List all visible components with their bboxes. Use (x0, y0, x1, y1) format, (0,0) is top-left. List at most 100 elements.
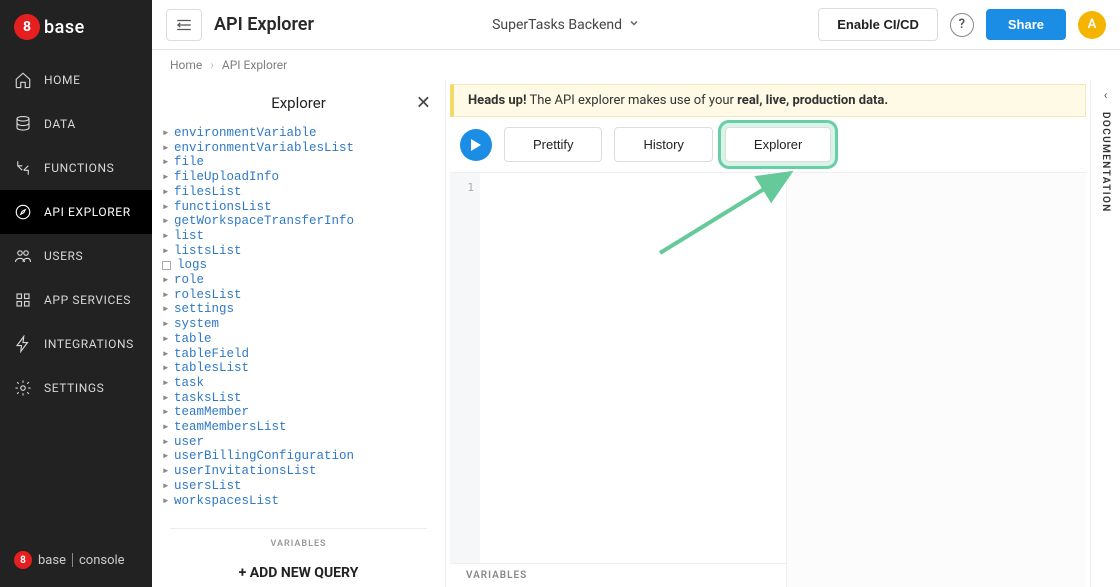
explorer-button[interactable]: Explorer (725, 127, 831, 162)
run-button[interactable] (460, 129, 492, 161)
line-gutter: 1 (450, 173, 480, 563)
database-icon (14, 115, 32, 133)
expand-arrow-icon: ▸ (162, 288, 170, 303)
history-button[interactable]: History (614, 127, 712, 162)
tree-item[interactable]: ▸ settings (162, 302, 433, 317)
help-button[interactable]: ? (950, 13, 974, 37)
editor-area: Heads up! The API explorer makes use of … (446, 80, 1090, 587)
expand-arrow-icon: ▸ (162, 449, 170, 464)
expand-arrow-icon: ▸ (162, 141, 170, 156)
tree-item[interactable]: ▸filesList (162, 185, 433, 200)
sidebar-item-integrations[interactable]: INTEGRATIONS (0, 322, 152, 366)
tree-item[interactable]: ▸list (162, 229, 433, 244)
expand-arrow-icon: ▸ (162, 347, 170, 362)
sidebar-item-functions[interactable]: FUNCTIONS (0, 146, 152, 190)
chevron-down-icon (628, 17, 640, 33)
expand-arrow-icon: ▸ (162, 302, 170, 317)
tree-item[interactable]: ▸listsList (162, 244, 433, 259)
tree-item-label: logs (177, 258, 207, 273)
users-icon (14, 247, 32, 265)
tree-item-label: functionsList (174, 200, 272, 215)
explorer-header: Explorer ✕ (152, 80, 445, 126)
documentation-label[interactable]: DOCUMENTATION (1100, 112, 1111, 213)
brand-badge-icon: 8 (14, 14, 40, 40)
explorer-footer: VARIABLES + ADD NEW QUERY (152, 520, 445, 587)
add-query-button[interactable]: + ADD NEW QUERY (170, 549, 427, 587)
tree-item[interactable]: ▸ teamMember (162, 405, 433, 420)
tree-item[interactable]: ▸environmentVariablesList (162, 141, 433, 156)
sidebar-item-app-services[interactable]: APP SERVICES (0, 278, 152, 322)
sidebar-item-home[interactable]: HOME (0, 58, 152, 102)
tree-item[interactable]: logs (162, 258, 433, 273)
content: Explorer ✕ ▸environmentVariable▸environm… (152, 80, 1120, 587)
collapse-sidebar-button[interactable] (166, 9, 202, 41)
tree-item[interactable]: ▸functionsList (162, 200, 433, 215)
tree-item[interactable]: ▸ task (162, 376, 433, 391)
tree-item[interactable]: ▸workspacesList (162, 494, 433, 509)
tree-item[interactable]: ▸userInvitationsList (162, 464, 433, 479)
tree-item[interactable]: ▸rolesList (162, 288, 433, 303)
tree-item[interactable]: ▸user (162, 435, 433, 450)
variables-bar[interactable]: VARIABLES (450, 563, 786, 587)
sidebar-item-users[interactable]: USERS (0, 234, 152, 278)
expand-arrow-icon: ▸ (162, 214, 170, 229)
tree-item[interactable]: ▸tasksList (162, 391, 433, 406)
expand-arrow-icon: ▸ (162, 405, 170, 420)
tree-item[interactable]: ▸fileUploadInfo (162, 170, 433, 185)
tree-item-label: teamMember (174, 405, 249, 420)
expand-arrow-icon: ▸ (162, 435, 170, 450)
brand-logo[interactable]: 8 base (0, 4, 152, 50)
tree-item[interactable]: ▸system (162, 317, 433, 332)
variables-label: VARIABLES (170, 539, 427, 549)
workspace-selector[interactable]: SuperTasks Backend (326, 17, 806, 33)
tree-item[interactable]: ▸file (162, 155, 433, 170)
expand-arrow-icon: ▸ (162, 332, 170, 347)
services-icon (14, 291, 32, 309)
expand-arrow-icon: ▸ (162, 155, 170, 170)
tree-item-label: environmentVariable (174, 126, 317, 141)
topbar: API Explorer SuperTasks Backend Enable C… (152, 0, 1120, 50)
share-button[interactable]: Share (986, 9, 1066, 40)
footer-brand: base (38, 553, 66, 568)
query-editor[interactable] (480, 173, 786, 563)
tree-item[interactable]: ▸table (162, 332, 433, 347)
expand-arrow-icon: ▸ (162, 361, 170, 376)
tree-item[interactable]: ▸ getWorkspaceTransferInfo (162, 214, 433, 229)
tree-item[interactable]: ▸usersList (162, 479, 433, 494)
explorer-title: Explorer (271, 94, 326, 112)
tree-item-label: getWorkspaceTransferInfo (174, 214, 354, 229)
documentation-rail: ‹ DOCUMENTATION (1090, 80, 1120, 587)
enable-cicd-button[interactable]: Enable CI/CD (818, 8, 938, 41)
tree-item[interactable]: ▸role (162, 273, 433, 288)
prettify-button[interactable]: Prettify (504, 127, 602, 162)
chevron-right-icon: › (210, 58, 214, 72)
tree-item[interactable]: ▸teamMembersList (162, 420, 433, 435)
home-icon (14, 71, 32, 89)
sidebar-item-settings[interactable]: SETTINGS (0, 366, 152, 410)
tree-item-label: task (174, 376, 204, 391)
result-pane (787, 173, 1086, 587)
tree-item[interactable]: ▸tableField (162, 347, 433, 362)
topbar-actions: Enable CI/CD ? Share A (818, 8, 1106, 41)
tree-item[interactable]: ▸userBillingConfiguration (162, 449, 433, 464)
avatar[interactable]: A (1078, 11, 1106, 39)
sidebar-item-api-explorer[interactable]: API EXPLORER (0, 190, 152, 234)
sidebar-item-label: USERS (44, 249, 83, 263)
close-icon[interactable]: ✕ (416, 93, 431, 114)
sidebar-item-data[interactable]: DATA (0, 102, 152, 146)
expand-arrow-icon: ▸ (162, 391, 170, 406)
main: API Explorer SuperTasks Backend Enable C… (152, 0, 1120, 587)
breadcrumb: Home › API Explorer (152, 50, 1120, 80)
checkbox-icon[interactable] (162, 261, 171, 270)
expand-arrow-icon: ▸ (162, 229, 170, 244)
query-pane: 1 VARIABLES (450, 173, 787, 587)
tree-item[interactable]: ▸tablesList (162, 361, 433, 376)
breadcrumb-home[interactable]: Home (170, 58, 202, 72)
tree-item[interactable]: ▸environmentVariable (162, 126, 433, 141)
expand-arrow-icon: ▸ (162, 376, 170, 391)
explorer-tree: ▸environmentVariable▸environmentVariable… (152, 126, 445, 520)
tree-item-label: settings (174, 302, 234, 317)
chevron-left-icon[interactable]: ‹ (1104, 88, 1108, 102)
workspace-name: SuperTasks Backend (492, 17, 622, 33)
tree-item-label: usersList (174, 479, 242, 494)
